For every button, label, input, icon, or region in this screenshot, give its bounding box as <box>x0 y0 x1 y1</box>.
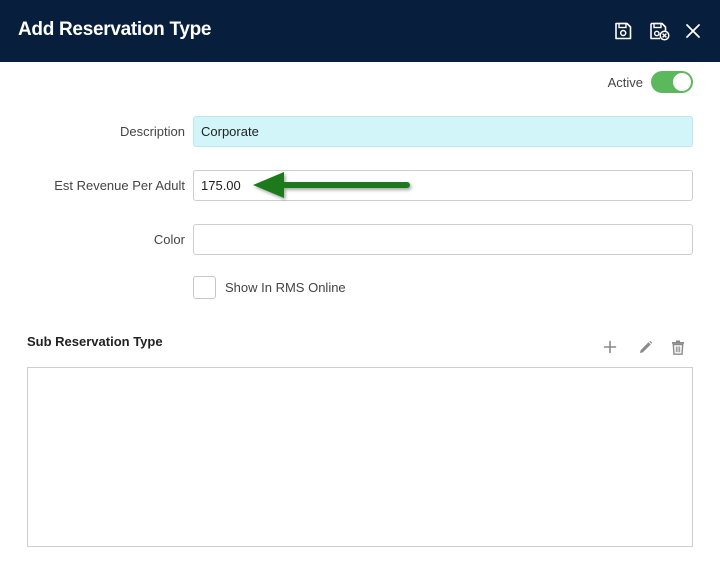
show-in-rms-online-checkbox[interactable] <box>193 276 216 299</box>
delete-sub-type-button[interactable] <box>669 338 687 356</box>
revenue-label: Est Revenue Per Adult <box>54 178 185 193</box>
close-button[interactable] <box>682 20 704 42</box>
save-and-close-icon <box>650 22 670 41</box>
pencil-icon <box>639 340 652 353</box>
color-field[interactable] <box>193 224 693 255</box>
color-label: Color <box>153 232 185 247</box>
save-and-close-button[interactable] <box>648 20 670 42</box>
description-field[interactable]: Corporate <box>193 116 693 147</box>
dialog-title: Add Reservation Type <box>18 19 212 40</box>
description-label: Description <box>119 124 185 139</box>
sub-reservation-type-grid[interactable] <box>27 367 693 547</box>
arrow-left-icon <box>253 172 410 198</box>
sub-reservation-type-title: Sub Reservation Type <box>27 334 163 349</box>
edit-sub-type-button[interactable] <box>636 338 654 356</box>
active-row: Active <box>608 71 693 93</box>
add-sub-type-button[interactable] <box>601 338 619 356</box>
toggle-knob <box>673 73 691 91</box>
trash-icon <box>672 340 684 355</box>
close-icon <box>686 24 700 38</box>
active-label: Active <box>607 74 643 90</box>
save-button[interactable] <box>612 20 634 42</box>
dialog-header: Add Reservation Type <box>0 0 720 62</box>
save-icon <box>615 22 632 40</box>
active-toggle[interactable] <box>651 71 693 93</box>
plus-icon <box>603 340 617 354</box>
show-in-rms-online-label: Show In RMS Online <box>225 280 346 295</box>
